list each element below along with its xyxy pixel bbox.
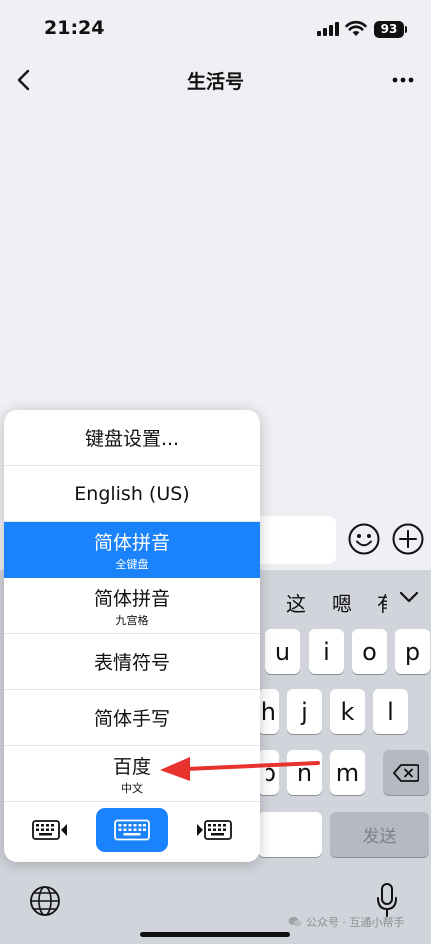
candidate-word[interactable]: 这 [286, 588, 306, 617]
right-handed-keyboard-icon [197, 820, 232, 840]
navigation-bar: 生活号 [0, 58, 431, 102]
home-indicator[interactable] [140, 932, 290, 937]
space-key[interactable] [258, 812, 322, 857]
menu-item-pinyin-qwerty[interactable]: 简体拼音 全键盘 [4, 522, 260, 578]
menu-item-pinyin-9key[interactable]: 简体拼音 九宫格 [4, 578, 260, 634]
backspace-key[interactable] [383, 750, 429, 795]
full-keyboard-icon [114, 819, 150, 841]
key-l[interactable]: l [373, 689, 408, 734]
emoji-icon[interactable] [347, 522, 381, 556]
more-options-icon[interactable] [390, 68, 416, 92]
watermark: 公众号 · 互通小帮手 [288, 914, 405, 930]
right-handed-keyboard-button[interactable] [188, 808, 240, 852]
message-input[interactable] [250, 516, 336, 564]
key-p[interactable]: p [395, 629, 430, 674]
page-title: 生活号 [186, 71, 244, 93]
candidate-word[interactable]: 嗯 [332, 588, 352, 617]
key-j[interactable]: j [287, 689, 322, 734]
menu-item-handwriting[interactable]: 简体手写 [4, 690, 260, 746]
left-handed-keyboard-button[interactable] [24, 808, 76, 852]
status-time: 21:24 [44, 17, 105, 39]
input-method-menu: 键盘设置... English (US) 简体拼音 全键盘 简体拼音 九宫格 表… [4, 410, 260, 862]
key-k[interactable]: k [330, 689, 365, 734]
key-m[interactable]: m [330, 750, 365, 795]
add-icon[interactable] [391, 522, 425, 556]
menu-item-keyboard-settings[interactable]: 键盘设置... [4, 410, 260, 466]
menu-item-english-us[interactable]: English (US) [4, 466, 260, 522]
key-u[interactable]: u [265, 629, 300, 674]
key-h[interactable]: h [258, 689, 279, 734]
watermark-text: 公众号 · 互通小帮手 [306, 916, 405, 929]
battery-indicator: 93 [374, 21, 407, 38]
menu-item-emoji[interactable]: 表情符号 [4, 634, 260, 690]
key-n[interactable]: n [287, 750, 322, 795]
send-button[interactable]: 发送 [330, 812, 429, 857]
backspace-icon [393, 763, 419, 782]
menu-item-baidu[interactable]: 百度 中文 [4, 746, 260, 802]
wechat-icon [288, 917, 302, 927]
left-handed-keyboard-icon [32, 820, 67, 840]
cellular-signal-icon [317, 22, 339, 36]
status-bar: 21:24 93 [0, 0, 431, 58]
chevron-down-icon[interactable] [396, 584, 422, 610]
microphone-icon[interactable] [374, 882, 400, 918]
wifi-icon [345, 20, 367, 36]
key-i[interactable]: i [309, 629, 344, 674]
key-o[interactable]: o [352, 629, 387, 674]
candidate-word[interactable]: 有 [377, 588, 387, 617]
full-keyboard-button[interactable] [96, 808, 168, 852]
keyboard-mode-row [4, 802, 260, 862]
globe-icon[interactable] [28, 884, 62, 918]
key-b[interactable]: b [258, 750, 279, 795]
